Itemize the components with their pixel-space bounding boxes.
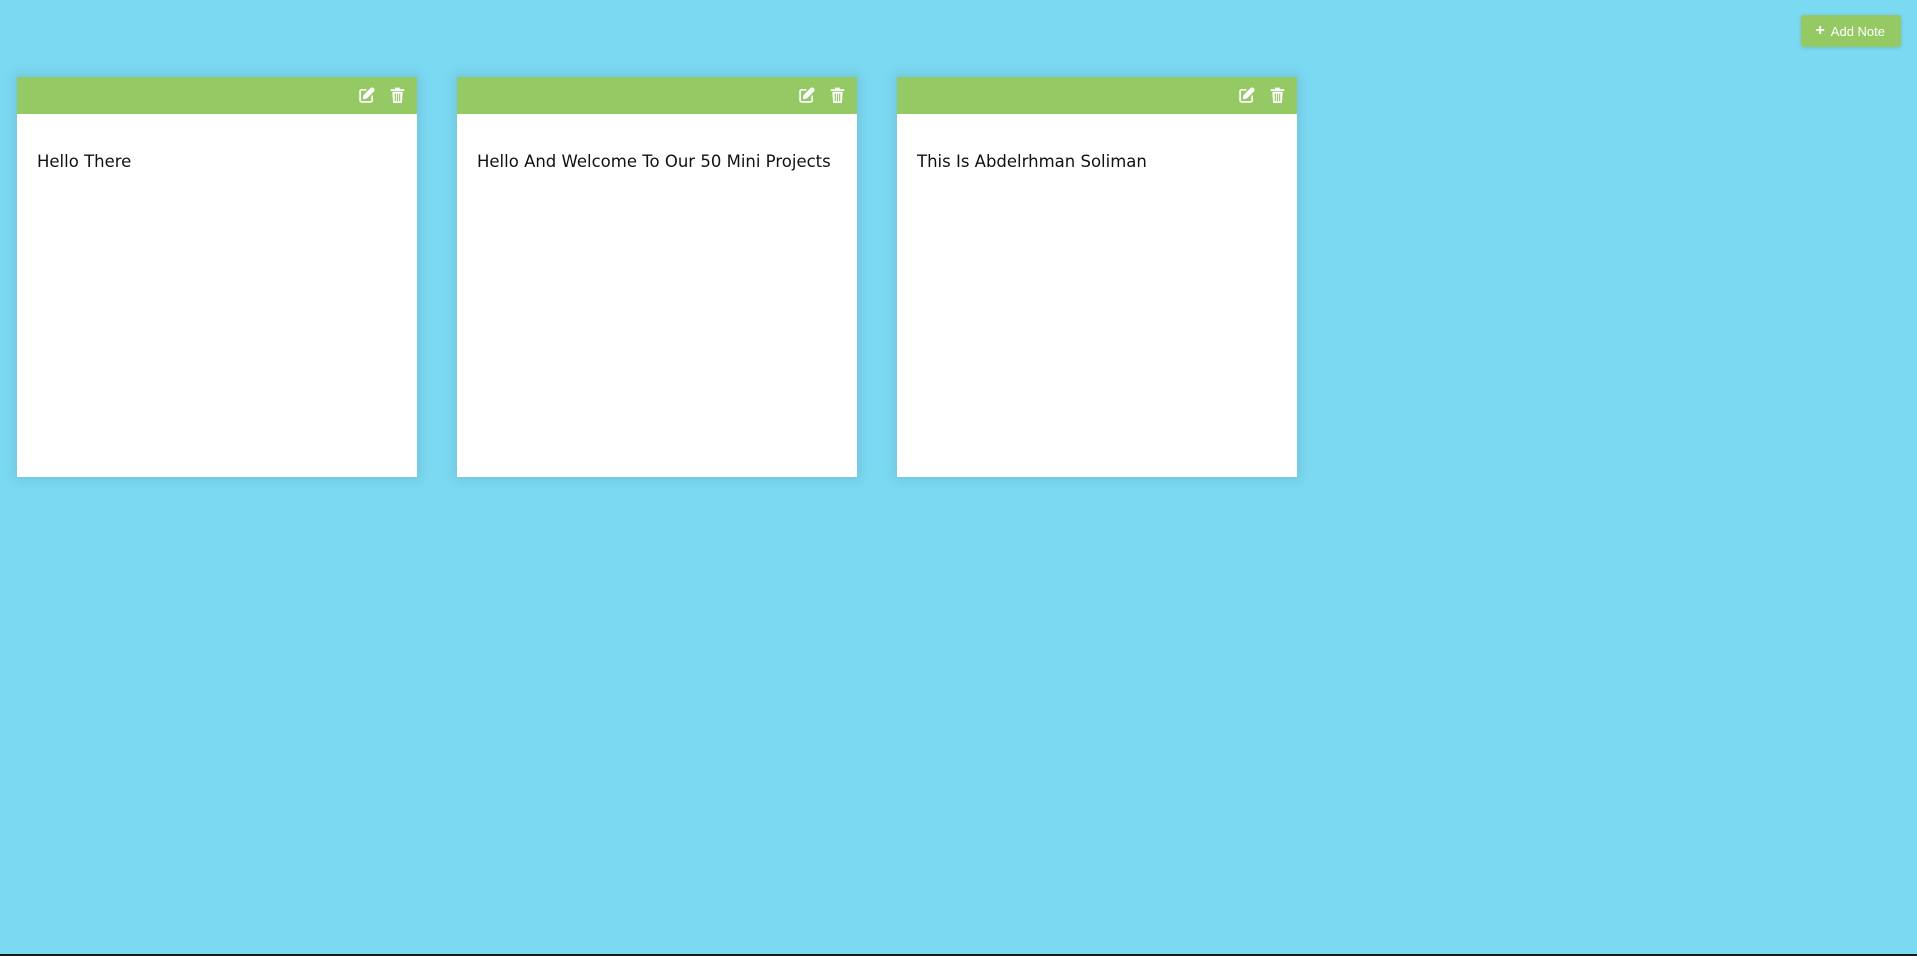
- note-toolbar: [17, 77, 417, 114]
- add-note-label: Add Note: [1830, 23, 1885, 39]
- edit-icon[interactable]: [356, 86, 376, 106]
- trash-icon[interactable]: [827, 86, 847, 106]
- trash-icon[interactable]: [1267, 86, 1287, 106]
- note-text[interactable]: Hello There: [17, 114, 417, 209]
- add-note-button[interactable]: + Add Note: [1801, 15, 1901, 47]
- edit-icon[interactable]: [796, 86, 816, 106]
- note-text[interactable]: Hello And Welcome To Our 50 Mini Project…: [457, 114, 857, 209]
- note-text[interactable]: This Is Abdelrhman Soliman: [897, 114, 1297, 209]
- edit-icon[interactable]: [1236, 86, 1256, 106]
- notes-container: Hello There Hello And Welcome To Our 50 …: [17, 77, 1297, 477]
- note-toolbar: [897, 77, 1297, 114]
- trash-icon[interactable]: [387, 86, 407, 106]
- note-card: Hello And Welcome To Our 50 Mini Project…: [457, 77, 857, 477]
- note-toolbar: [457, 77, 857, 114]
- plus-icon: +: [1815, 22, 1825, 39]
- note-card: This Is Abdelrhman Soliman: [897, 77, 1297, 477]
- note-card: Hello There: [17, 77, 417, 477]
